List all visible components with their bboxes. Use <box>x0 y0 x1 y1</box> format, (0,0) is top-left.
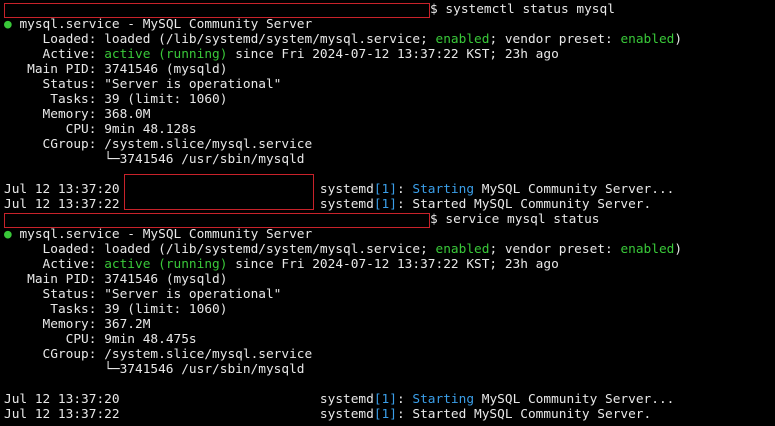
cgroup-label: CGroup: <box>42 347 97 362</box>
cgroup-child-line: └─3741546 /usr/sbin/mysqld <box>0 152 775 167</box>
pid-value: 3741546 (mysqld) <box>104 62 228 77</box>
log-message: MySQL Community Server... <box>481 392 675 407</box>
tasks-line: Tasks: 39 (limit: 1060) <box>0 302 775 317</box>
prompt-line: $ service mysql status <box>0 212 775 228</box>
log-message: MySQL Community Server... <box>481 182 675 197</box>
active-since: since Fri 2024-07-12 13:37:22 KST; 23h a… <box>235 47 559 62</box>
log-timestamp: Jul 12 13:37:20 <box>4 182 120 197</box>
memory-label: Memory: <box>42 107 97 122</box>
log-timestamp: Jul 12 13:37:20 <box>4 392 120 407</box>
tasks-line: Tasks: 39 (limit: 1060) <box>0 92 775 107</box>
log-pid: [1] <box>373 407 397 422</box>
command-text: $ systemctl status mysql <box>430 2 615 17</box>
memory-label: Memory: <box>42 317 97 332</box>
log-process: systemd <box>319 407 374 422</box>
cgroup-child: └─3741546 /usr/sbin/mysqld <box>104 362 305 377</box>
cgroup-label: CGroup: <box>42 137 97 152</box>
cgroup-value: /system.slice/mysql.service <box>104 137 313 152</box>
log-pid: [1] <box>373 197 397 212</box>
vendor-preset-state: enabled <box>620 242 675 257</box>
log-message: : Started MySQL Community Server. <box>396 197 652 212</box>
cpu-value: 9min 48.475s <box>104 332 197 347</box>
tasks-label: Tasks: <box>50 92 97 107</box>
cpu-line: CPU: 9min 48.475s <box>0 332 775 347</box>
pid-line: Main PID: 3741546 (mysqld) <box>0 272 775 287</box>
command-text: $ service mysql status <box>430 212 600 227</box>
active-state: active (running) <box>104 257 228 272</box>
status-value: "Server is operational" <box>104 77 282 92</box>
unit-line: ● mysql.service - MySQL Community Server <box>0 227 775 242</box>
loaded-line: Loaded: loaded (/lib/systemd/system/mysq… <box>0 242 775 257</box>
vendor-preset-label: ; vendor preset: <box>489 242 613 257</box>
tasks-label: Tasks: <box>50 302 97 317</box>
cpu-value: 9min 48.128s <box>104 122 197 137</box>
log-process: systemd <box>319 392 374 407</box>
cpu-line: CPU: 9min 48.128s <box>0 122 775 137</box>
log-process: systemd <box>319 182 374 197</box>
enabled-state: enabled <box>435 242 490 257</box>
pid-value: 3741546 (mysqld) <box>104 272 228 287</box>
redacted-prompt <box>4 3 430 18</box>
active-state: active (running) <box>104 47 228 62</box>
memory-value: 367.2M <box>104 317 151 332</box>
unit-line: ● mysql.service - MySQL Community Server <box>0 17 775 32</box>
status-label: Status: <box>42 77 97 92</box>
cgroup-child-line: └─3741546 /usr/sbin/mysqld <box>0 362 775 377</box>
log-process: systemd <box>319 197 374 212</box>
active-line: Active: active (running) since Fri 2024-… <box>0 47 775 62</box>
redacted-prompt <box>4 213 430 228</box>
log-pid: [1] <box>373 182 397 197</box>
cgroup-line: CGroup: /system.slice/mysql.service <box>0 137 775 152</box>
cpu-label: CPU: <box>65 122 97 137</box>
pid-label: Main PID: <box>27 62 97 77</box>
cgroup-child: └─3741546 /usr/sbin/mysqld <box>104 152 305 167</box>
terminal-window[interactable]: $ systemctl status mysql ● mysql.service… <box>0 0 775 426</box>
active-since: since Fri 2024-07-12 13:37:22 KST; 23h a… <box>235 257 559 272</box>
vendor-preset-label: ; vendor preset: <box>489 32 613 47</box>
active-label: Active: <box>42 257 97 272</box>
loaded-label: Loaded: <box>42 242 97 257</box>
unit-title: mysql.service - MySQL Community Server <box>19 227 313 242</box>
loaded-label: Loaded: <box>42 32 97 47</box>
log-timestamp: Jul 12 13:37:22 <box>4 407 120 422</box>
unit-title: mysql.service - MySQL Community Server <box>19 17 313 32</box>
memory-value: 368.0M <box>104 107 151 122</box>
status-line: Status: "Server is operational" <box>0 77 775 92</box>
tasks-value: 39 (limit: 1060) <box>104 92 228 107</box>
cpu-label: CPU: <box>65 332 97 347</box>
log-pid: [1] <box>373 392 397 407</box>
pid-label: Main PID: <box>27 272 97 287</box>
loaded-line: Loaded: loaded (/lib/systemd/system/mysq… <box>0 32 775 47</box>
prompt-line: $ systemctl status mysql <box>0 2 775 18</box>
log-line: Jul 12 13:37:22 systemd[1]: Started MySQ… <box>0 407 775 422</box>
active-label: Active: <box>42 47 97 62</box>
log-line: Jul 12 13:37:20 systemd[1]: Starting MyS… <box>0 384 775 417</box>
pid-line: Main PID: 3741546 (mysqld) <box>0 62 775 77</box>
loaded-close: ) <box>674 242 683 257</box>
status-dot-icon: ● <box>4 227 12 242</box>
status-value: "Server is operational" <box>104 287 282 302</box>
cgroup-line: CGroup: /system.slice/mysql.service <box>0 347 775 362</box>
cgroup-value: /system.slice/mysql.service <box>104 347 313 362</box>
status-line: Status: "Server is operational" <box>0 287 775 302</box>
log-timestamp: Jul 12 13:37:22 <box>4 197 120 212</box>
loaded-close: ) <box>674 32 683 47</box>
memory-line: Memory: 367.2M <box>0 317 775 332</box>
loaded-path: loaded (/lib/systemd/system/mysql.servic… <box>104 242 428 257</box>
log-line: Jul 12 13:37:20 systemd[1]: Starting MyS… <box>0 174 775 210</box>
active-line: Active: active (running) since Fri 2024-… <box>0 257 775 272</box>
log-line: Jul 12 13:37:22 systemd[1]: Started MySQ… <box>0 197 775 212</box>
log-message: : Started MySQL Community Server. <box>396 407 652 422</box>
tasks-value: 39 (limit: 1060) <box>104 302 228 317</box>
vendor-preset-state: enabled <box>620 32 675 47</box>
status-label: Status: <box>42 287 97 302</box>
enabled-state: enabled <box>435 32 490 47</box>
log-verb: Starting <box>412 182 475 197</box>
loaded-path: loaded (/lib/systemd/system/mysql.servic… <box>104 32 428 47</box>
status-dot-icon: ● <box>4 17 12 32</box>
memory-line: Memory: 368.0M <box>0 107 775 122</box>
log-verb: Starting <box>412 392 475 407</box>
